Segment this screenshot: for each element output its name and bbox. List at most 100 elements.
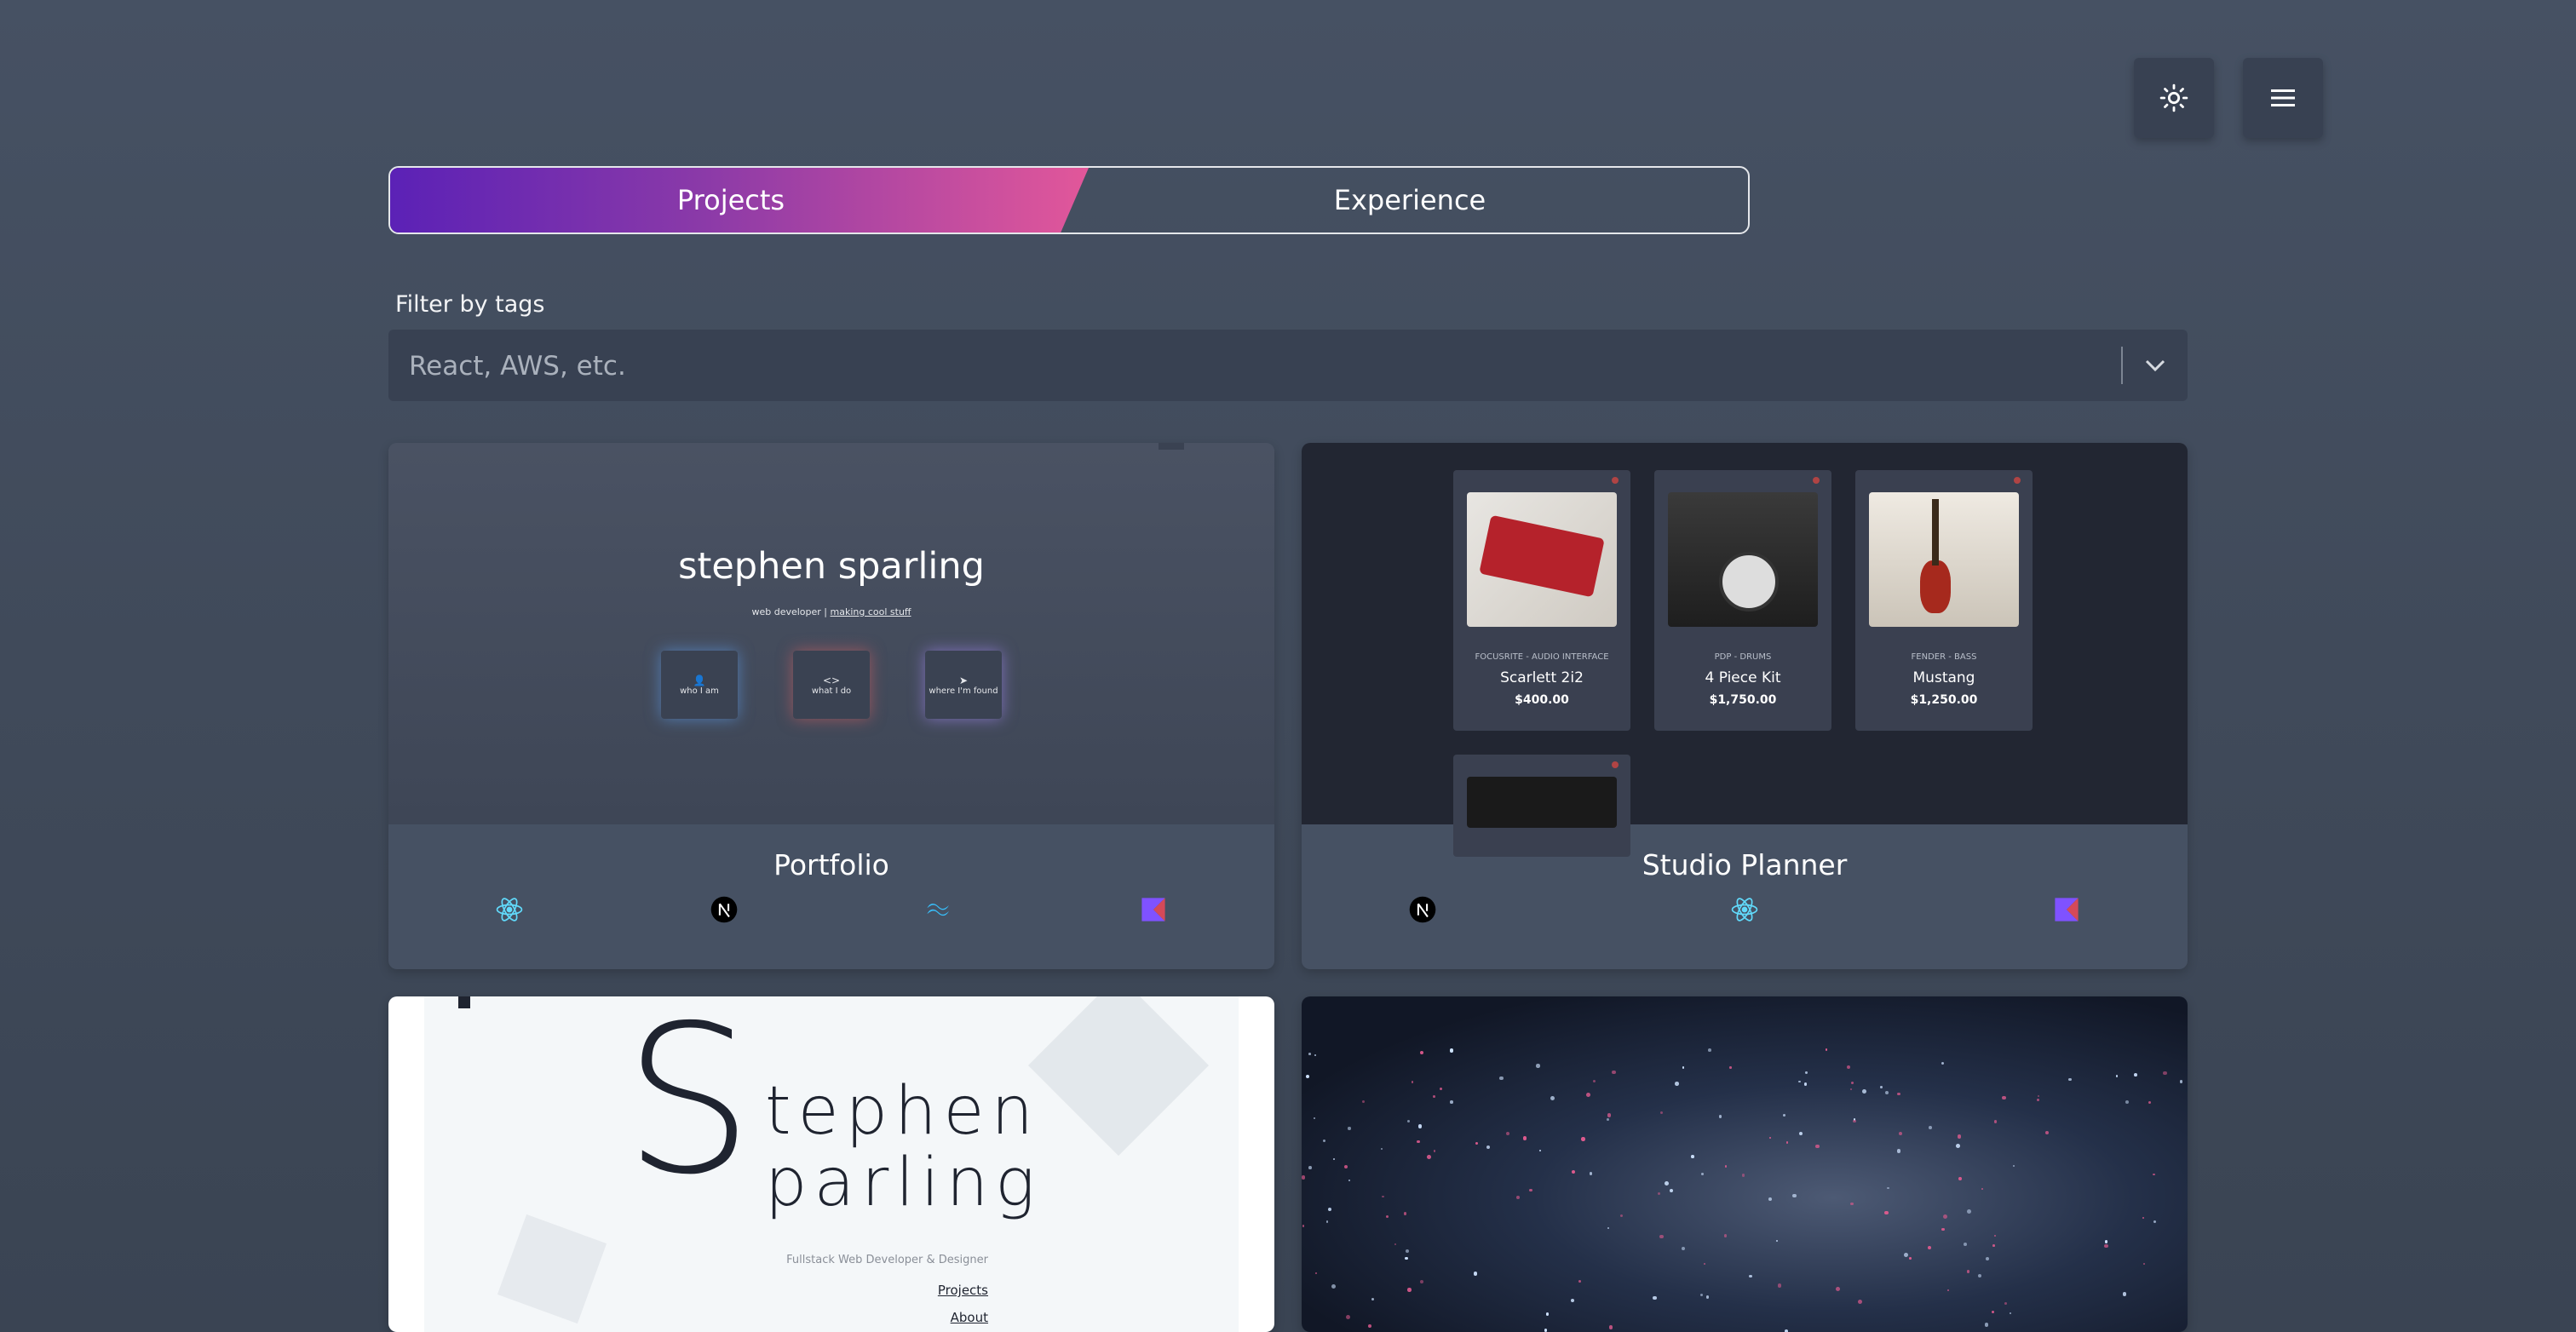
star-dot — [1847, 1065, 1851, 1069]
star-dot — [1419, 1279, 1423, 1283]
star-dot — [2002, 1095, 2006, 1100]
star-dot — [1785, 1141, 1789, 1144]
star-dot — [1884, 1211, 1889, 1215]
star-dot — [1450, 1100, 1453, 1104]
star-dot — [1314, 1272, 1317, 1275]
tag-filter-select[interactable] — [388, 330, 2188, 403]
star-dot — [1572, 1170, 1576, 1174]
preview-line-1: tephen — [765, 1073, 1040, 1150]
star-dot — [1585, 1093, 1590, 1097]
tag-filter-input[interactable] — [407, 330, 2114, 403]
star-dot — [1929, 1126, 1932, 1130]
star-dot — [1798, 1131, 1803, 1136]
star-dot — [1705, 1295, 1710, 1300]
star-dot — [1858, 1300, 1862, 1305]
projects-experience-toggle: Projects Experience — [388, 166, 1750, 234]
star-dot — [2037, 1095, 2039, 1098]
star-dot — [1909, 1257, 1912, 1260]
preview-line-2: parling — [765, 1145, 1042, 1221]
star-dot — [1805, 1071, 1808, 1074]
preview-name: stephen sparling — [678, 545, 985, 588]
star-dot — [1725, 1165, 1728, 1168]
star-dot — [2104, 1240, 2108, 1243]
star-dot — [1825, 1048, 1828, 1051]
star-dot — [1433, 1150, 1436, 1153]
star-dot — [1550, 1095, 1555, 1100]
sun-icon — [2159, 83, 2188, 112]
tailwind-icon — [922, 893, 956, 927]
star-dot — [1440, 1087, 1443, 1090]
project-card-studio-planner[interactable]: FOCUSRITE - AUDIO INTERFACE Scarlett 2i2… — [1302, 443, 2188, 969]
star-dot — [2148, 1101, 2152, 1105]
star-dot — [1486, 1145, 1491, 1150]
star-dot — [1427, 1155, 1431, 1159]
star-dot — [1308, 1166, 1312, 1169]
star-dot — [1783, 1114, 1786, 1117]
star-dot — [1718, 1114, 1722, 1118]
react-icon — [492, 893, 526, 927]
instrument-card: FENDER - BASS Mustang $1,250.00 — [1855, 470, 2033, 731]
star-dot — [1544, 1329, 1547, 1332]
star-dot — [2143, 1262, 2146, 1265]
star-dot — [1607, 1226, 1610, 1229]
star-dot — [1475, 1141, 1479, 1145]
star-dot — [1516, 1196, 1521, 1200]
star-dot — [1538, 1150, 1541, 1152]
star-dot — [1958, 1177, 1962, 1181]
menu-button[interactable] — [2243, 58, 2323, 138]
star-dot — [1327, 1208, 1331, 1212]
star-dot — [1371, 1297, 1375, 1301]
star-dot — [1406, 1119, 1411, 1123]
star-dot — [2122, 1292, 2127, 1296]
theme-toggle-button[interactable] — [2134, 58, 2214, 138]
nextjs-icon — [1406, 893, 1440, 927]
star-dot — [1302, 1175, 1306, 1180]
star-dot — [1578, 1279, 1582, 1283]
star-dot — [1653, 1296, 1657, 1300]
preview-big-letter: S — [624, 996, 754, 1220]
star-dot — [1405, 1249, 1409, 1254]
star-dot — [1992, 1244, 1995, 1248]
project-card-portfolio[interactable]: stephen sparling web developer | making … — [388, 443, 1274, 969]
project-title: Portfolio — [773, 848, 889, 881]
star-dot — [2009, 1312, 2012, 1315]
star-dot — [1941, 1227, 1945, 1231]
star-dot — [1380, 1147, 1383, 1150]
dropdown-toggle[interactable] — [2136, 348, 2174, 382]
star-dot — [1964, 1243, 1967, 1247]
star-dot — [1331, 1284, 1336, 1289]
star-dot — [1522, 1136, 1527, 1140]
star-dot — [1405, 1256, 1408, 1260]
star-dot — [2068, 1077, 2072, 1082]
star-dot — [1700, 1172, 1704, 1175]
star-dot — [1473, 1272, 1478, 1276]
tab-projects[interactable]: Projects — [390, 168, 1072, 233]
star-dot — [2142, 1216, 2145, 1220]
nextjs-icon — [707, 893, 741, 927]
star-dot — [1433, 1094, 1436, 1098]
chevron-down-icon — [2145, 359, 2165, 372]
star-dot — [1928, 1246, 1932, 1249]
star-dot — [1966, 1270, 1970, 1273]
star-dot — [1992, 1310, 1995, 1314]
star-dot — [1499, 1076, 1504, 1081]
project-card-space[interactable] — [1302, 996, 2188, 1332]
star-dot — [1323, 1140, 1326, 1143]
star-dot — [1529, 1188, 1532, 1192]
star-dot — [1675, 1082, 1680, 1086]
tab-projects-label: Projects — [676, 184, 785, 216]
star-dot — [1777, 1283, 1782, 1288]
project-card-resume[interactable]: S tephen parling Fullstack Web Developer… — [388, 996, 1274, 1332]
star-dot — [1792, 1194, 1797, 1198]
preview-subtitle: Fullstack Web Developer & Designer — [786, 1254, 988, 1266]
star-dot — [1993, 1120, 1998, 1124]
preview-box-what: <> what I do — [793, 651, 870, 719]
star-dot — [1418, 1124, 1423, 1128]
star-dot — [1885, 1091, 1889, 1095]
preview-box-who: 👤 who I am — [661, 651, 738, 719]
star-dot — [1879, 1086, 1883, 1089]
tab-experience-label: Experience — [1333, 184, 1486, 216]
star-dot — [1887, 1187, 1889, 1190]
tab-experience[interactable]: Experience — [1072, 168, 1748, 233]
filter-label: Filter by tags — [395, 291, 545, 318]
